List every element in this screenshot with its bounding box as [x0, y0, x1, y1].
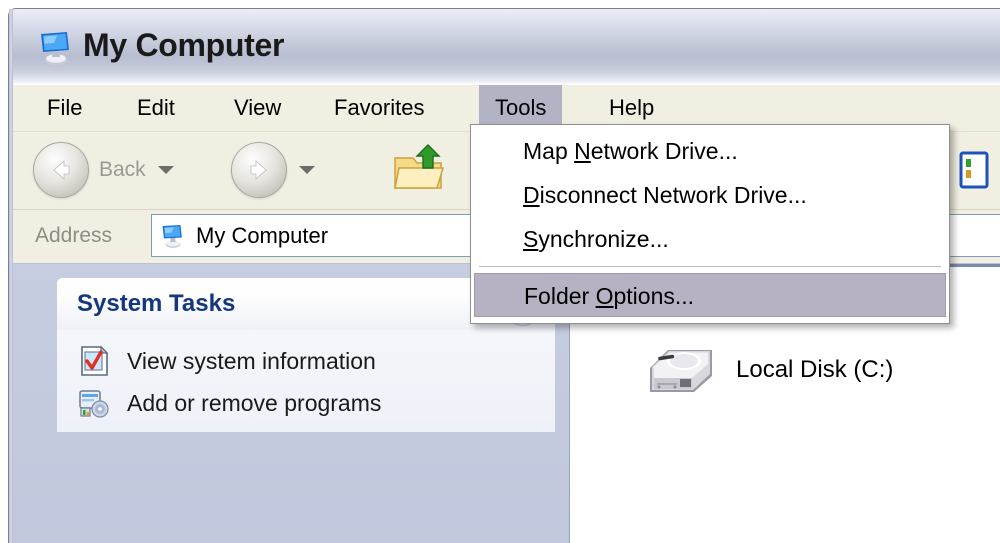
drive-item-local-disk-c[interactable]: Local Disk (C:): [642, 342, 893, 398]
my-computer-icon: [162, 224, 182, 248]
menu-view[interactable]: View: [218, 85, 297, 131]
menu-item-folder-options[interactable]: Folder Options...: [474, 273, 946, 317]
forward-dropdown-chevron-down-icon[interactable]: [299, 166, 315, 174]
drive-label: Local Disk (C:): [736, 356, 894, 383]
tools-dropdown-menu: Map Network Drive... Disconnect Network …: [470, 124, 950, 324]
title-bar[interactable]: My Computer: [13, 9, 1000, 85]
address-value: My Computer: [196, 222, 329, 248]
views-icon: [959, 151, 989, 189]
back-dropdown-chevron-down-icon[interactable]: [157, 166, 174, 174]
accelerator-key: N: [574, 138, 591, 164]
system-tasks-title: System Tasks: [77, 290, 236, 317]
system-info-icon: [81, 345, 109, 376]
menu-item-synchronize[interactable]: Synchronize...: [471, 217, 949, 261]
menu-file[interactable]: File: [31, 85, 98, 131]
forward-button[interactable]: [231, 140, 315, 200]
menu-item-label: Folder Options...: [524, 283, 695, 309]
system-tasks-list: View system information Add or remove pr…: [57, 330, 555, 432]
menu-item-label: Disconnect Network Drive...: [523, 182, 807, 208]
accelerator-key: S: [523, 226, 539, 252]
menu-edit[interactable]: Edit: [121, 85, 191, 131]
task-label: View system information: [127, 347, 376, 374]
task-label: Add or remove programs: [127, 389, 382, 416]
folder-up-icon: [394, 144, 445, 189]
views-button[interactable]: [959, 140, 1000, 200]
accelerator-key: D: [523, 182, 540, 208]
menu-item-label: Synchronize...: [523, 226, 669, 252]
arrow-left-icon: [53, 160, 70, 180]
menu-separator: [479, 266, 941, 267]
back-button-label: Back: [99, 158, 146, 181]
arrow-right-icon: [250, 160, 267, 180]
back-button-circle: [33, 142, 89, 198]
back-button[interactable]: Back: [33, 140, 174, 200]
menu-item-label: Map Network Drive...: [523, 138, 738, 164]
window-title: My Computer: [83, 27, 285, 63]
hard-disk-icon: [650, 350, 712, 392]
menu-item-map-network-drive[interactable]: Map Network Drive...: [471, 129, 949, 173]
menu-item-disconnect-network-drive[interactable]: Disconnect Network Drive...: [471, 173, 949, 217]
screen: My Computer File Edit View Favorites Too…: [0, 0, 1000, 543]
menu-favorites[interactable]: Favorites: [318, 85, 440, 131]
up-button[interactable]: [391, 140, 449, 200]
task-add-or-remove-programs[interactable]: Add or remove programs: [57, 382, 555, 424]
accelerator-key: O: [595, 283, 614, 309]
address-label: Address: [35, 224, 113, 247]
add-remove-programs-icon: [79, 390, 109, 418]
my-computer-icon: [41, 32, 69, 65]
task-view-system-information[interactable]: View system information: [57, 340, 555, 382]
forward-button-circle: [231, 142, 287, 198]
